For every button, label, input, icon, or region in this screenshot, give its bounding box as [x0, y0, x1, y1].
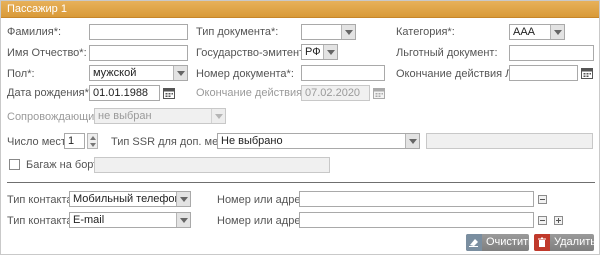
contact-address-label: Номер или адрес:	[217, 194, 310, 206]
surname-label: Фамилия*:	[7, 26, 62, 38]
birth-date-label: Дата рождения*:	[7, 87, 92, 99]
delete-button-label: Удалить	[554, 236, 596, 248]
chevron-down-icon[interactable]	[341, 25, 355, 39]
companion-value: не выбран	[98, 110, 152, 122]
calendar-icon[interactable]	[163, 87, 175, 99]
expiry-input: 07.02.2020	[301, 85, 370, 101]
panel-title: Пассажир 1	[1, 1, 599, 18]
companion-label: Сопровождающий:	[7, 111, 104, 123]
baggage-label: Багаж на борту	[26, 159, 104, 171]
first-middle-name-input[interactable]	[89, 45, 188, 61]
calendar-icon	[373, 87, 385, 99]
benefit-doc-input[interactable]	[509, 45, 594, 61]
chevron-down-icon[interactable]	[405, 134, 419, 148]
gender-value: мужской	[93, 67, 137, 79]
contact-type-select[interactable]: E-mail	[69, 212, 191, 228]
trash-icon	[534, 234, 550, 251]
passenger-panel: Пассажир 1 Фамилия*: Имя Отчество*: Пол*…	[0, 0, 600, 255]
issuing-state-select[interactable]: РФ	[301, 44, 338, 60]
remove-contact-icon[interactable]	[538, 216, 547, 225]
issuing-state-label: Государство-эмитент*:	[196, 47, 312, 59]
issuing-state-value: РФ	[305, 46, 321, 58]
contact-type-value: Мобильный телефон	[73, 193, 181, 205]
doc-type-select[interactable]	[301, 24, 356, 40]
category-value: AAA	[513, 26, 536, 38]
benefit-expiry-input[interactable]	[509, 65, 578, 81]
benefit-expiry-label: Окончание действия ЛД:	[396, 68, 523, 80]
add-contact-icon[interactable]	[554, 216, 563, 225]
doc-number-label: Номер документа*:	[196, 68, 294, 80]
contact-address-label: Номер или адрес:	[217, 215, 310, 227]
gender-select[interactable]: мужской	[89, 65, 188, 81]
chevron-down-icon	[211, 109, 225, 123]
companion-select: не выбран	[94, 108, 226, 124]
contact-address-input[interactable]	[299, 191, 534, 207]
contact-type-select[interactable]: Мобильный телефон	[69, 191, 191, 207]
doc-type-label: Тип документа*:	[196, 26, 279, 38]
seats-input[interactable]: 1	[64, 133, 85, 149]
clear-button-label: Очистить	[486, 236, 534, 248]
expiry-label: Окончание действия:	[196, 87, 306, 99]
clear-button[interactable]: Очистить	[466, 234, 534, 251]
calendar-icon[interactable]	[581, 67, 593, 79]
chevron-down-icon[interactable]	[550, 25, 564, 39]
chevron-down-icon[interactable]	[176, 192, 190, 206]
ssr-type-select[interactable]: Не выбрано	[217, 133, 420, 149]
chevron-down-icon[interactable]	[176, 213, 190, 227]
category-label: Категория*:	[396, 26, 455, 38]
remove-contact-icon[interactable]	[538, 195, 547, 204]
surname-input[interactable]	[89, 24, 188, 40]
contact-address-input[interactable]	[299, 212, 534, 228]
eraser-icon	[466, 234, 482, 251]
baggage-input	[94, 157, 330, 173]
delete-button[interactable]: Удалить	[534, 234, 596, 251]
ssr-extra-input	[426, 133, 593, 149]
contact-type-label: Тип контакта:	[7, 194, 76, 206]
ssr-type-value: Не выбрано	[221, 135, 283, 147]
benefit-doc-label: Льготный документ:	[396, 47, 498, 59]
birth-date-input[interactable]: 01.01.1988	[89, 85, 160, 101]
doc-number-input[interactable]	[301, 65, 385, 81]
first-middle-name-label: Имя Отчество*:	[7, 47, 87, 59]
contact-type-label: Тип контакта:	[7, 215, 76, 227]
chevron-down-icon[interactable]	[173, 66, 187, 80]
section-divider	[7, 182, 595, 183]
category-select[interactable]: AAA	[509, 24, 565, 40]
seats-label: Число мест:	[7, 136, 69, 148]
chevron-down-icon[interactable]	[323, 45, 337, 59]
contact-type-value: E-mail	[73, 214, 105, 226]
baggage-checkbox[interactable]	[9, 159, 20, 170]
ssr-type-label: Тип SSR для доп. мест:	[111, 136, 232, 148]
seats-stepper-icon[interactable]	[87, 133, 98, 149]
gender-label: Пол*:	[7, 68, 35, 80]
